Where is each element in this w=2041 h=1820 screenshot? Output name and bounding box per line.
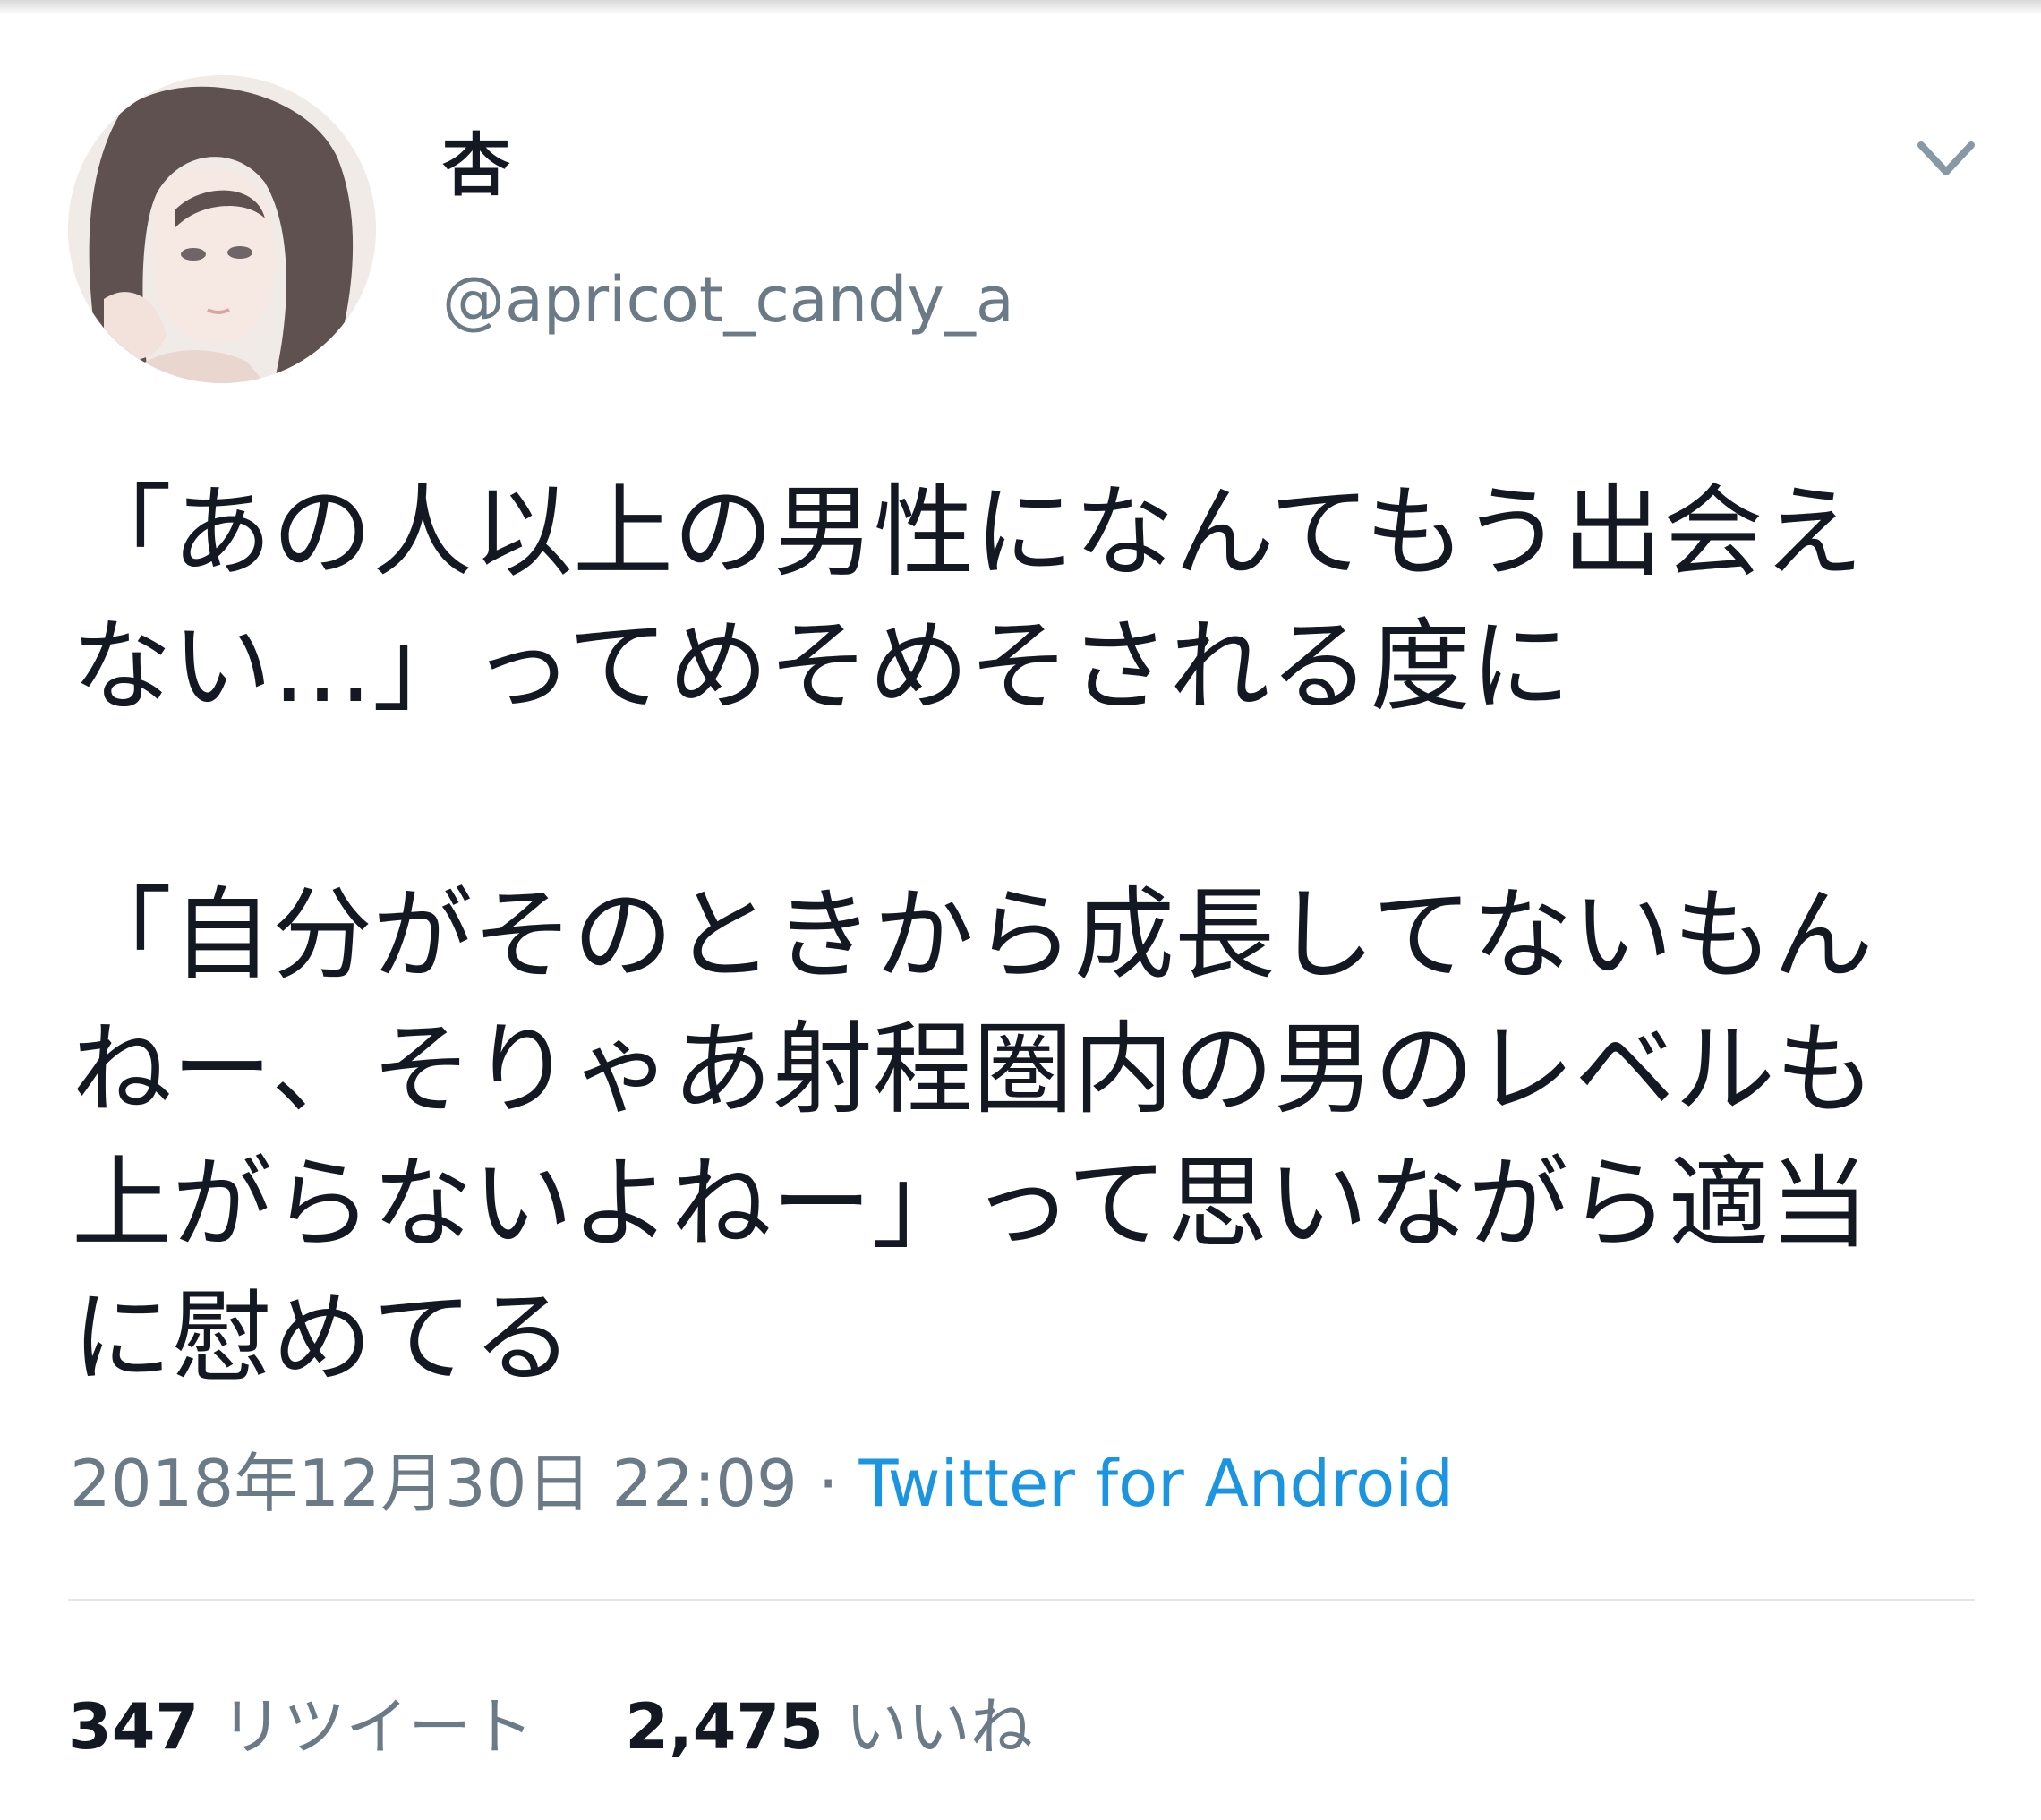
like-stat[interactable]: 2,475 いいね xyxy=(625,1687,1032,1767)
retweet-count: 347 xyxy=(68,1690,200,1764)
user-handle[interactable]: @apricot_candy_a xyxy=(442,260,1014,340)
tweet-text-line: 「あの人以上の男性になんてもう出会え xyxy=(72,474,1864,591)
display-name[interactable]: 杏 xyxy=(442,125,510,206)
tweet-meta: 2018年12月30日 22:09 · Twitter for Android xyxy=(70,1443,1454,1524)
tweet-text-line: 「自分がそのときから成長してないもん xyxy=(72,877,1874,994)
retweet-stat[interactable]: 347 リツイート xyxy=(68,1687,534,1767)
tweet-text-line: ない…」ってめそめそされる度に xyxy=(72,609,1571,725)
avatar-illustration xyxy=(68,75,376,383)
retweet-label: リツイート xyxy=(220,1690,534,1764)
chevron-down-icon[interactable] xyxy=(1914,132,1978,186)
like-count: 2,475 xyxy=(625,1690,824,1764)
timestamp[interactable]: 2018年12月30日 22:09 xyxy=(70,1446,798,1521)
tweet-stats: 347 リツイート 2,475 いいね xyxy=(68,1687,1105,1767)
tweet-detail: 杏 @apricot_candy_a 「あの人以上の男性になんてもう出会え ない… xyxy=(0,0,2041,1820)
like-label: いいね xyxy=(844,1690,1033,1764)
tweet-text: 「あの人以上の男性になんてもう出会え ない…」ってめそめそされる度に 「自分がそ… xyxy=(72,466,1978,1406)
tweet-paragraph: 「あの人以上の男性になんてもう出会え ない…」ってめそめそされる度に xyxy=(72,466,1978,734)
tweet-paragraph: 「自分がそのときから成長してないもん ねー、そりゃあ射程圏内の男のレベルも 上が… xyxy=(72,868,1978,1406)
meta-separator: · xyxy=(797,1446,859,1521)
tweet-text-line: ねー、そりゃあ射程圏内の男のレベルも xyxy=(72,1012,1875,1128)
tweet-text-line: 上がらないよねー」って思いながら適当 xyxy=(72,1146,1870,1262)
divider xyxy=(68,1599,1975,1601)
source-link[interactable]: Twitter for Android xyxy=(859,1446,1454,1521)
tweet-text-line: に慰めてる xyxy=(72,1280,573,1397)
avatar[interactable] xyxy=(68,75,376,383)
